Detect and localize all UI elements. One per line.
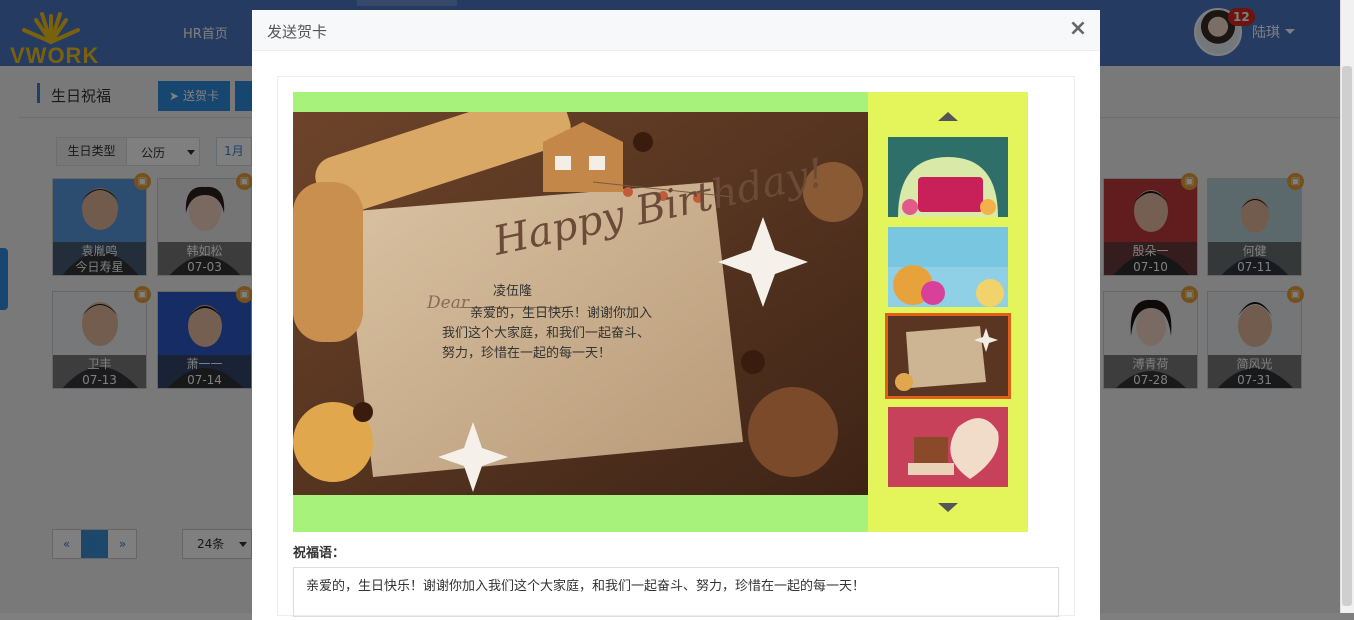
scroll-down-icon[interactable] [938, 503, 958, 512]
dialog-title: 发送贺卡 [267, 23, 328, 41]
send-card-dialog: 发送贺卡 × Happy Birthday! Dear 凌伍隆 亲爱的，生日快乐… [252, 10, 1100, 620]
card-message: 亲爱的，生日快乐！谢谢你加入我们这个大家庭，和我们一起奋斗、努力，珍惜在一起的每… [442, 306, 653, 361]
close-icon[interactable]: × [1068, 16, 1088, 41]
recipient-name: 凌伍隆 [493, 284, 533, 299]
blessing-label: 祝福语： [293, 546, 346, 561]
red-cake-card-icon [888, 407, 1008, 487]
template-thumbnail[interactable] [888, 407, 1008, 487]
scroll-up-icon[interactable] [938, 112, 958, 121]
template-thumbnail[interactable] [888, 137, 1008, 217]
scrollbar-thumb[interactable] [1342, 66, 1352, 606]
dialog-header: 发送贺卡 × [252, 10, 1100, 51]
template-thumbnail-selected[interactable] [885, 313, 1011, 399]
template-thumbnail[interactable] [888, 227, 1008, 307]
green-birthday-card-icon [888, 137, 1008, 217]
blue-cake-card-icon [888, 227, 1008, 307]
blessing-textarea[interactable]: 亲爱的，生日快乐！谢谢你加入我们这个大家庭，和我们一起奋斗、努力，珍惜在一起的每… [293, 567, 1059, 617]
cookie-paper-card-icon [888, 316, 1008, 396]
